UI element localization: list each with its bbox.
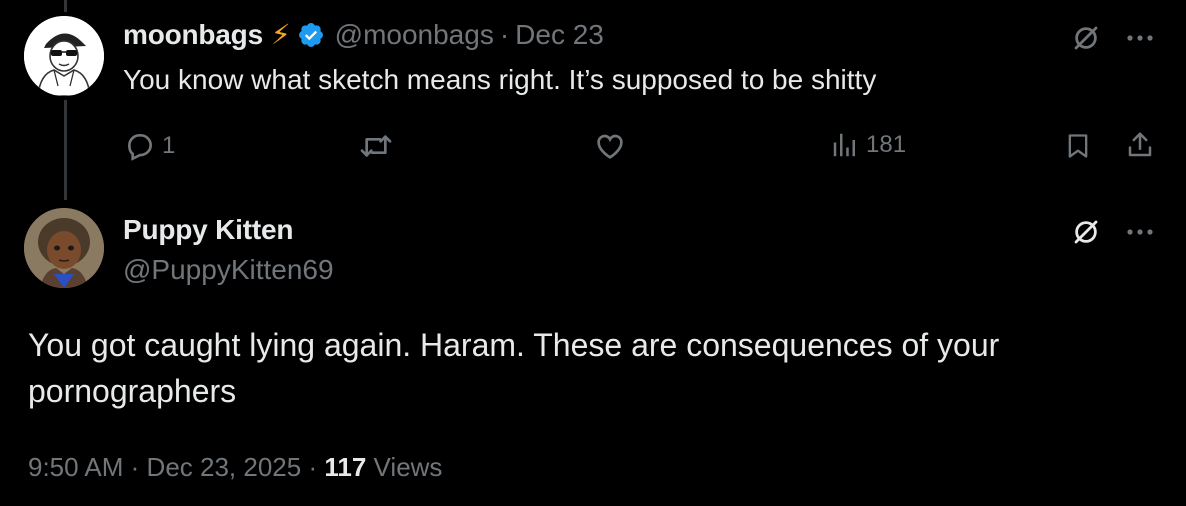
retweet-button[interactable] [358,130,394,162]
display-name[interactable]: Puppy Kitten [123,214,293,246]
views-icon [830,130,860,160]
parent-tweet-text: You know what sketch means right. It’s s… [123,64,877,95]
verified-badge-icon [297,21,325,49]
reply-icon [124,130,156,162]
views-count[interactable]: 117 [324,452,366,482]
parent-tweet-header: moonbags ⚡ @moonbags · Dec 23 [123,18,604,51]
avatar-moonbags[interactable] [24,16,104,96]
thread-line [64,100,67,200]
views-button[interactable]: 181 [830,130,906,160]
separator: · [130,452,140,482]
grok-icon[interactable] [1068,20,1104,56]
handle[interactable]: @moonbags [335,19,494,51]
views-label: Views [373,452,443,482]
grok-icon[interactable] [1068,214,1104,250]
display-name[interactable]: moonbags [123,19,263,51]
tweet-meta: 9:50 AM · Dec 23, 2025 · 117 Views [28,452,442,483]
reply-button[interactable]: 1 [124,130,175,162]
more-icon[interactable] [1122,20,1158,56]
tweet-text-line: pornographers [28,373,237,409]
reply-count: 1 [162,132,176,159]
retweet-icon [358,130,394,162]
avatar-puppykitten[interactable] [24,208,104,288]
tweet-date[interactable]: Dec 23 [515,19,604,51]
tweet-full-date[interactable]: Dec 23, 2025 [147,452,302,482]
separator: · [499,18,510,50]
separator: · [308,452,318,482]
thread-line-top [64,0,67,12]
handle[interactable]: @PuppyKitten69 [123,254,334,286]
tweet-time[interactable]: 9:50 AM [28,452,123,482]
share-icon[interactable] [1124,128,1156,162]
like-icon [594,130,626,162]
tweet-text-line: You got caught lying again. Haram. These… [28,327,1000,363]
like-button[interactable] [594,130,626,162]
bookmark-icon[interactable] [1062,130,1094,162]
main-tweet-text: You got caught lying again. Haram. These… [28,322,999,414]
more-icon[interactable] [1122,214,1158,250]
views-count: 181 [866,131,907,158]
lightning-emoji: ⚡ [270,19,291,50]
